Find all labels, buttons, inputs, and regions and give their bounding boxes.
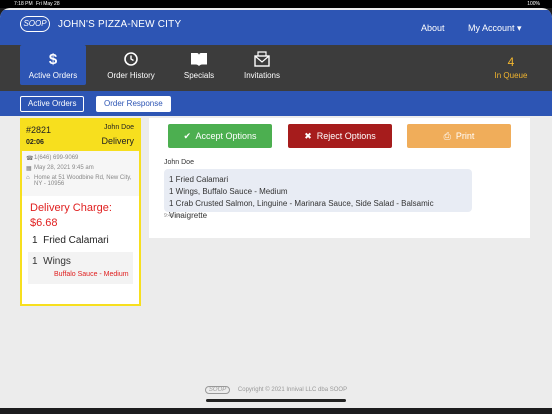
tab-order-history[interactable]: Order History bbox=[100, 45, 162, 85]
order-response-button[interactable]: Order Response bbox=[96, 96, 171, 112]
status-bar: 7:18 PM Fri May 28 100% bbox=[0, 0, 552, 8]
dollar-icon: $ bbox=[48, 51, 58, 68]
order-message-bubble: 1 Fried Calamari 1 Wings, Buffalo Sauce … bbox=[164, 169, 472, 220]
item-qty: 1 bbox=[32, 256, 38, 267]
order-item: 1 Wings Buffalo Sauce - Medium bbox=[28, 252, 133, 284]
close-icon: ✖ bbox=[304, 131, 312, 141]
order-customer: John Doe bbox=[104, 124, 134, 131]
item-modifier: Buffalo Sauce - Medium bbox=[54, 271, 129, 278]
message-line: 1 Wings, Buffalo Sauce - Medium bbox=[169, 187, 288, 196]
tab-invitations[interactable]: Invitations bbox=[236, 45, 288, 85]
order-number: #2821 bbox=[26, 125, 52, 135]
item-qty: 1 bbox=[32, 235, 38, 246]
order-detail-panel: ✔ Accept Options ✖ Reject Options ⎙ Prin… bbox=[149, 118, 530, 238]
battery-indicator: 100% bbox=[527, 1, 540, 7]
status-time: 7:18 PM bbox=[14, 1, 33, 7]
main-tab-bar: $ Active Orders Order History Specials I… bbox=[0, 45, 552, 91]
printer-icon: ⎙ bbox=[443, 131, 451, 141]
reject-label: Reject Options bbox=[316, 131, 376, 141]
print-label: Print bbox=[455, 131, 475, 141]
order-contact-info: ☎ 1(646) 699-9069 ▦ May 28, 2021 9:45 am ⌂… bbox=[22, 151, 139, 196]
tab-label: Order History bbox=[107, 71, 155, 80]
envelope-icon bbox=[236, 51, 288, 67]
active-orders-button[interactable]: Active Orders bbox=[20, 96, 85, 112]
tab-label: Active Orders bbox=[28, 71, 78, 80]
restaurant-title: JOHN'S PIZZA-NEW CITY bbox=[58, 19, 182, 30]
calendar-icon: ▦ bbox=[26, 166, 32, 172]
status-date: Fri May 28 bbox=[36, 1, 60, 7]
book-icon bbox=[176, 51, 222, 67]
order-phone: 1(646) 699-9069 bbox=[34, 155, 79, 161]
home-indicator[interactable] bbox=[206, 399, 346, 402]
order-card-header: #2821 John Doe 02:06 Delivery bbox=[22, 120, 139, 151]
message-timestamp: 9:45 am bbox=[164, 213, 183, 219]
check-icon: ✔ bbox=[183, 131, 191, 141]
message-customer-name: John Doe bbox=[164, 159, 194, 166]
phone-icon: ☎ bbox=[26, 156, 34, 162]
order-item: 1 Fried Calamari bbox=[22, 231, 139, 246]
queue-count: 4 bbox=[507, 55, 515, 69]
about-link[interactable]: About bbox=[421, 23, 445, 33]
message-line: 1 Crab Crusted Salmon, Linguine - Marina… bbox=[169, 199, 434, 220]
history-icon bbox=[100, 51, 162, 67]
accept-options-button[interactable]: ✔ Accept Options bbox=[168, 124, 272, 148]
sub-nav-bar: Active Orders Order Response bbox=[0, 91, 552, 116]
message-line: 1 Fried Calamari bbox=[169, 175, 229, 184]
queue-counter: 4 In Queue bbox=[486, 55, 536, 80]
tab-label: Specials bbox=[183, 71, 215, 80]
tab-active-orders[interactable]: $ Active Orders bbox=[20, 45, 86, 85]
footer-logo: SOOP bbox=[204, 386, 231, 394]
tab-specials[interactable]: Specials bbox=[176, 45, 222, 85]
footer: SOOP Copyright © 2021 Innival LLC dba SO… bbox=[0, 386, 552, 394]
item-name: Wings bbox=[43, 256, 71, 267]
order-address: Home at 51 Woodbine Rd, New City, NY - 1… bbox=[34, 175, 132, 187]
tab-label: Invitations bbox=[243, 71, 281, 80]
reject-options-button[interactable]: ✖ Reject Options bbox=[288, 124, 392, 148]
order-type: Delivery bbox=[101, 136, 134, 146]
accept-label: Accept Options bbox=[195, 131, 257, 141]
order-timer: 02:06 bbox=[26, 139, 44, 146]
print-button[interactable]: ⎙ Print bbox=[407, 124, 511, 148]
top-navbar: SOOP JOHN'S PIZZA-NEW CITY About My Acco… bbox=[0, 10, 552, 45]
copyright-text: Copyright © 2021 Innival LLC dba SOOP bbox=[237, 387, 348, 393]
soop-logo[interactable]: SOOP bbox=[20, 16, 50, 32]
order-card[interactable]: #2821 John Doe 02:06 Delivery ☎ 1(646) 69… bbox=[20, 118, 141, 306]
order-datetime: May 28, 2021 9:45 am bbox=[34, 165, 94, 171]
item-name: Fried Calamari bbox=[43, 235, 109, 246]
app-screen: SOOP JOHN'S PIZZA-NEW CITY About My Acco… bbox=[0, 8, 552, 408]
delivery-charge: Delivery Charge: $6.68 bbox=[30, 202, 112, 229]
my-account-dropdown[interactable]: My Account ▾ bbox=[468, 23, 522, 34]
queue-label: In Queue bbox=[494, 71, 528, 80]
home-icon: ⌂ bbox=[26, 175, 30, 181]
